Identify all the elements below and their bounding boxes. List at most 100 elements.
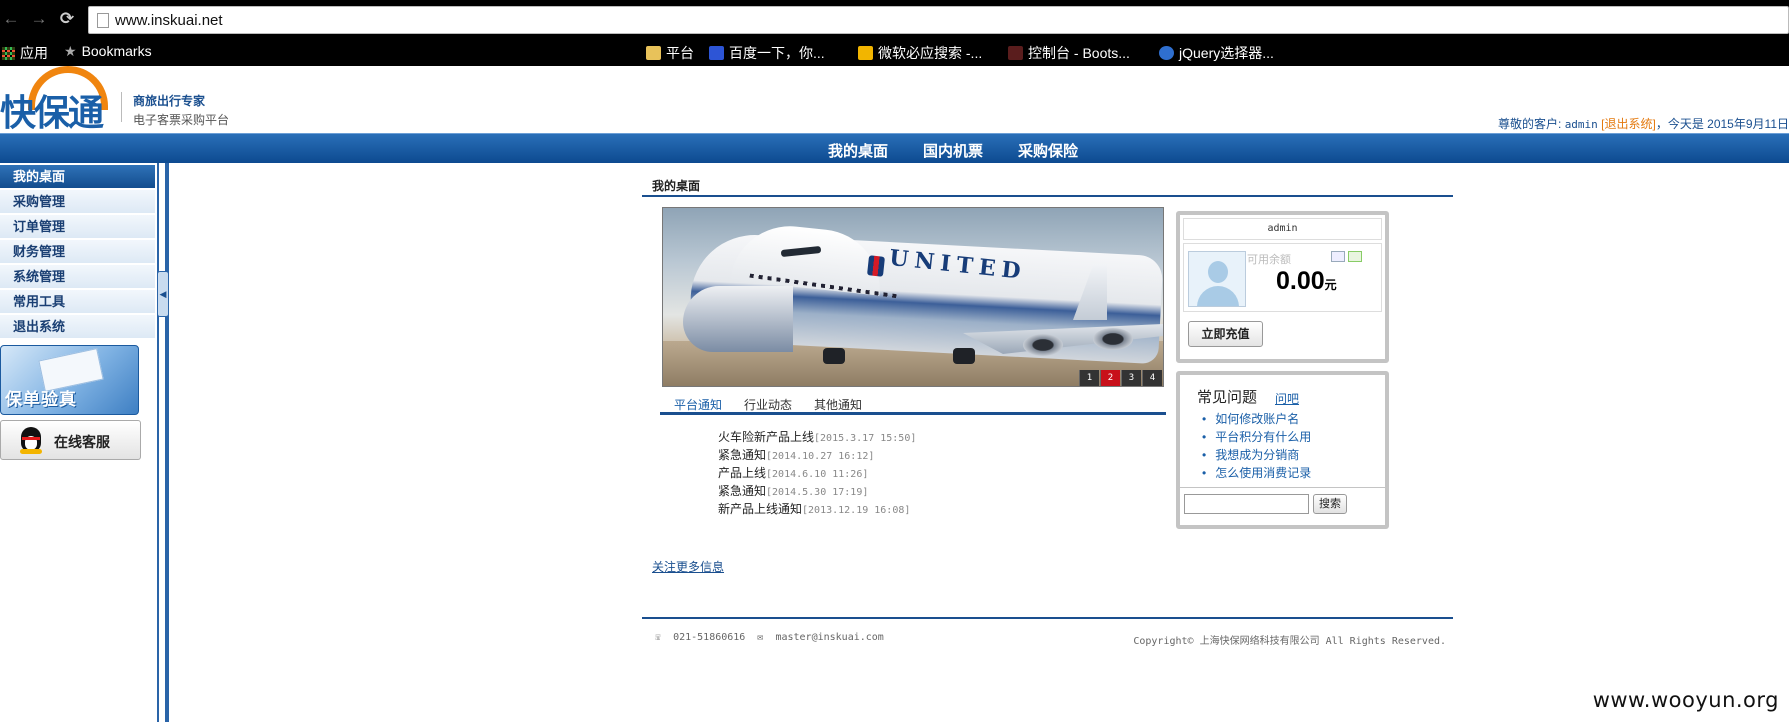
sidebar-divider <box>157 163 169 722</box>
carousel-page-4[interactable]: 4 <box>1142 370 1162 386</box>
news-title[interactable]: 产品上线 <box>718 466 766 480</box>
news-list: 火车险新产品上线[2015.3.17 15:50] 紧急通知[2014.10.2… <box>718 428 916 518</box>
sidebar-item-finance[interactable]: 财务管理 <box>0 240 155 264</box>
faq-search-input[interactable] <box>1184 494 1309 514</box>
faq-ask-link[interactable]: 问吧 <box>1275 390 1299 407</box>
sidebar-item-desktop[interactable]: 我的桌面 <box>0 165 155 189</box>
logout-link[interactable]: [退出系统] <box>1601 117 1656 131</box>
bookmark-platform[interactable]: 平台 <box>646 43 694 63</box>
online-service-label: 在线客服 <box>54 434 110 450</box>
faq-item[interactable]: 如何修改账户名 <box>1202 410 1311 428</box>
page-title: 我的桌面 <box>652 179 701 193</box>
slogan-line1: 商旅出行专家 <box>133 94 206 108</box>
list-item[interactable]: 火车险新产品上线[2015.3.17 15:50] <box>718 428 916 446</box>
sidebar-item-purchase[interactable]: 采购管理 <box>0 190 155 214</box>
folder-icon <box>646 46 661 60</box>
news-title[interactable]: 紧急通知 <box>718 484 766 498</box>
banner-carousel[interactable]: UNITED 1 2 3 4 <box>662 207 1164 387</box>
card-icon[interactable] <box>1331 251 1345 262</box>
qq-penguin-icon <box>17 426 45 454</box>
carousel-page-1[interactable]: 1 <box>1079 370 1099 386</box>
site-logo[interactable]: 快保通 <box>0 66 110 134</box>
bookmark-label: 平台 <box>666 45 694 61</box>
forward-icon[interactable]: → <box>28 8 50 30</box>
airplane-nose <box>683 286 793 352</box>
main-content: 我的桌面 UNITED 1 2 3 4 平台通知 行业动态 其他通知 火车险新产… <box>642 170 1453 660</box>
bookmarks-bar: 应用 ★ Bookmarks 平台 百度一下，你... 微软必应搜索 -... 控… <box>0 38 1789 100</box>
sidebar-item-tools[interactable]: 常用工具 <box>0 290 155 314</box>
logo-text: 快保通 <box>0 93 104 134</box>
user-settings-icon[interactable] <box>1348 251 1362 262</box>
balance-unit: 元 <box>1324 278 1337 292</box>
balance-actions <box>1331 251 1365 265</box>
more-info-link[interactable]: 关注更多信息 <box>652 558 724 575</box>
faq-item[interactable]: 怎么使用消费记录 <box>1202 464 1311 482</box>
news-date: [2014.10.27 16:12] <box>766 451 875 462</box>
sidebar-item-system[interactable]: 系统管理 <box>0 265 155 289</box>
site-header: 快保通 商旅出行专家 电子客票采购平台 尊敬的客户: admin [退出系统]，… <box>0 66 1789 134</box>
browser-toolbar: ← → ⟳ www.inskuai.net <box>0 0 1789 38</box>
bookmark-baidu[interactable]: 百度一下，你... <box>709 43 825 63</box>
collapse-sidebar-icon[interactable]: ◀ <box>157 271 169 317</box>
carousel-page-3[interactable]: 3 <box>1121 370 1141 386</box>
carousel-page-2[interactable]: 2 <box>1100 370 1120 386</box>
faq-item[interactable]: 平台积分有什么用 <box>1202 428 1311 446</box>
tab-industry-news[interactable]: 行业动态 <box>744 396 792 413</box>
news-title[interactable]: 新产品上线通知 <box>718 502 802 516</box>
account-panel: admin 可用余额 0.00元 立即充值 <box>1176 211 1389 363</box>
main-nav: 我的桌面 国内机票 采购保险 <box>0 133 1789 163</box>
sidebar-item-orders[interactable]: 订单管理 <box>0 215 155 239</box>
airplane-engine <box>1023 334 1063 356</box>
list-item[interactable]: 产品上线[2014.6.10 11:26] <box>718 464 916 482</box>
airplane-engine <box>1093 328 1133 350</box>
balance-amount: 0.00元 <box>1276 267 1337 296</box>
list-item[interactable]: 紧急通知[2014.5.30 17:19] <box>718 482 916 500</box>
back-icon[interactable]: ← <box>0 8 22 30</box>
bookmark-bing[interactable]: 微软必应搜索 -... <box>858 43 982 63</box>
bookmark-bootstrap[interactable]: 控制台 - Boots... <box>1008 43 1130 63</box>
tab-other-notice[interactable]: 其他通知 <box>814 396 862 413</box>
baidu-icon <box>709 46 724 60</box>
bookmark-apps[interactable]: 应用 <box>2 43 48 63</box>
news-title[interactable]: 火车险新产品上线 <box>718 430 814 444</box>
list-item[interactable]: 新产品上线通知[2013.12.19 16:08] <box>718 500 916 518</box>
faq-divider <box>1180 487 1385 488</box>
phone-icon: ☏ <box>655 632 662 643</box>
avatar-shoulders <box>1197 286 1239 306</box>
sidebar-item-logout[interactable]: 退出系统 <box>0 315 155 339</box>
footer-divider <box>642 617 1453 619</box>
user-greeting: 尊敬的客户: admin [退出系统]，今天是 2015年9月11日 <box>1498 115 1789 132</box>
policy-verify-label: 保单验真 <box>5 390 77 409</box>
faq-search-button[interactable]: 搜索 <box>1313 494 1347 514</box>
list-item[interactable]: 紧急通知[2014.10.27 16:12] <box>718 446 916 464</box>
airline-logo-icon <box>866 255 886 277</box>
airplane-gear <box>823 348 845 364</box>
address-bar-url[interactable]: www.inskuai.net <box>115 12 223 29</box>
bookmark-label: 百度一下，你... <box>729 45 825 61</box>
online-service-button[interactable]: 在线客服 <box>0 420 141 460</box>
nav-desktop[interactable]: 我的桌面 <box>828 140 888 161</box>
bookmark-label: 应用 <box>20 45 48 61</box>
policy-verify-banner[interactable]: 保单验真 <box>0 345 139 415</box>
nav-buy-insurance[interactable]: 采购保险 <box>1018 140 1078 161</box>
faq-item[interactable]: 我想成为分销商 <box>1202 446 1311 464</box>
page-icon <box>97 13 109 28</box>
footer-email[interactable]: master@inskuai.com <box>775 632 883 643</box>
news-title[interactable]: 紧急通知 <box>718 448 766 462</box>
slogan: 商旅出行专家 电子客票采购平台 <box>121 92 229 127</box>
nav-domestic-flights[interactable]: 国内机票 <box>923 140 983 161</box>
address-bar[interactable]: www.inskuai.net <box>88 6 1789 34</box>
recharge-button[interactable]: 立即充值 <box>1188 321 1263 347</box>
bookmark-bookmarks[interactable]: ★ Bookmarks <box>64 43 152 60</box>
avatar <box>1188 251 1246 307</box>
greeting-prefix: 尊敬的客户: <box>1498 117 1565 131</box>
news-date: [2014.6.10 11:26] <box>766 469 869 480</box>
footer-contact: ☏ 021-51860616 ✉ master@inskuai.com <box>655 632 884 643</box>
bookmark-label: jQuery选择器... <box>1179 45 1274 61</box>
tab-platform-notice[interactable]: 平台通知 <box>674 396 722 413</box>
news-date: [2013.12.19 16:08] <box>802 505 911 516</box>
reload-icon[interactable]: ⟳ <box>56 8 78 30</box>
jquery-icon <box>1159 46 1174 60</box>
bookmark-jquery[interactable]: jQuery选择器... <box>1159 43 1274 63</box>
bing-icon <box>858 46 873 60</box>
